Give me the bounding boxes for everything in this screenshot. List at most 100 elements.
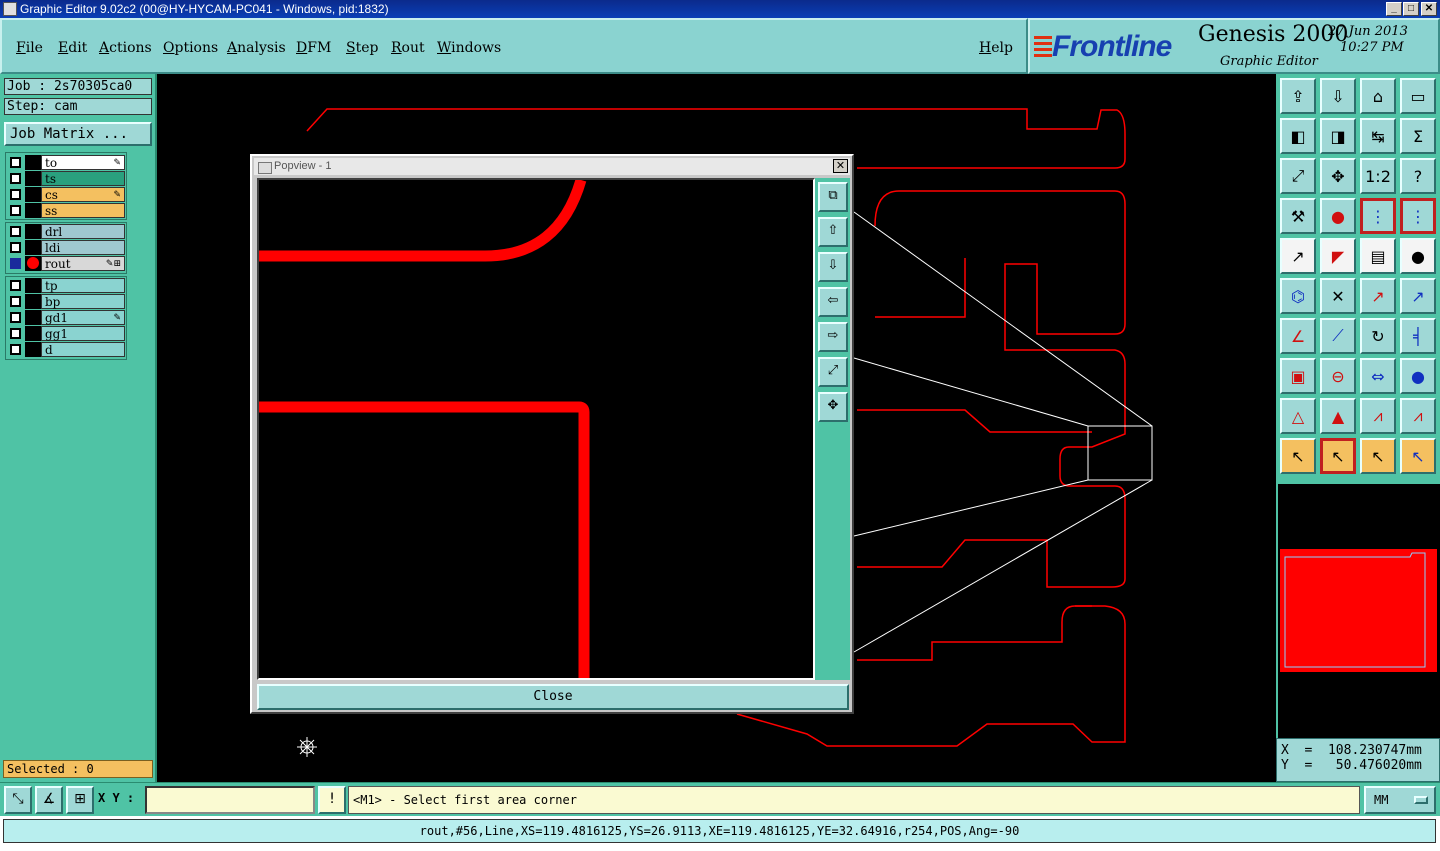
swap-button[interactable]: ↹	[1360, 118, 1396, 154]
layer-row-gd1[interactable]: gd1 ✎	[6, 310, 126, 325]
layer-row-bp[interactable]: bp	[6, 294, 126, 309]
layer-row-ldi[interactable]: ldi	[6, 240, 126, 255]
split-button[interactable]: ⊖	[1320, 358, 1356, 394]
net-highlight-button[interactable]: ⋮	[1400, 198, 1436, 234]
popview-zoom-window-icon[interactable]: ⧉	[818, 182, 848, 212]
pointer-net-button[interactable]: ↖	[1400, 438, 1436, 474]
popview-center-icon[interactable]: ✥	[818, 392, 848, 422]
menu-step[interactable]: Step	[346, 40, 378, 56]
probe-button[interactable]: ●	[1320, 198, 1356, 234]
maximize-button[interactable]: □	[1403, 2, 1419, 16]
layer-row-drl[interactable]: drl	[6, 224, 126, 239]
popview-pan-down-icon[interactable]: ⇩	[818, 252, 848, 282]
layer-name[interactable]: gg1	[41, 326, 125, 341]
layer-row-d[interactable]: d	[6, 342, 126, 357]
popview-title-bar[interactable]: Popview - 1	[254, 158, 850, 175]
triangle-up-button[interactable]: ▲	[1320, 398, 1356, 434]
text-button[interactable]: ╡	[1400, 318, 1436, 354]
layer-checkbox[interactable]	[10, 328, 21, 339]
layer-row-rout[interactable]: rout ✎⊞	[6, 256, 126, 271]
layer-checkbox[interactable]	[10, 242, 21, 253]
popview-close-button[interactable]: Close	[257, 684, 849, 710]
layer-row-ts[interactable]: ts	[6, 171, 126, 186]
layer-checkbox[interactable]	[10, 226, 21, 237]
menu-help[interactable]: Help	[979, 40, 1013, 56]
polygon-button[interactable]: ▣	[1280, 358, 1316, 394]
menu-dfm[interactable]: DFM	[296, 40, 331, 56]
units-dropdown[interactable]: MM	[1364, 786, 1436, 814]
layer-checkbox[interactable]	[10, 157, 21, 168]
pointer-button[interactable]: ↖	[1280, 438, 1316, 474]
center-button[interactable]: ✥	[1320, 158, 1356, 194]
layer-name[interactable]: ts	[41, 171, 125, 186]
delete-node-button[interactable]: ✕	[1320, 278, 1356, 314]
move-node-button[interactable]: ↗	[1360, 278, 1396, 314]
popview-close-x-button[interactable]: ✕	[833, 159, 848, 173]
pointer-area-button[interactable]: ↖	[1360, 438, 1396, 474]
node-button[interactable]: ↗	[1400, 278, 1436, 314]
popview-pan-right-icon[interactable]: ⇨	[818, 322, 848, 352]
layer-name[interactable]: ldi	[41, 240, 125, 255]
snap-button[interactable]: Ʃ	[1400, 118, 1436, 154]
add-pad-button[interactable]: ↗	[1280, 238, 1316, 274]
ruler-button[interactable]: ▤	[1360, 238, 1396, 274]
close-window-button[interactable]: ✕	[1421, 2, 1437, 16]
layer-checkbox[interactable]	[10, 296, 21, 307]
fit-button[interactable]: ⤢	[1280, 158, 1316, 194]
pan-left-button[interactable]: ◧	[1280, 118, 1316, 154]
pointer-select-button[interactable]: ↖	[1320, 438, 1356, 474]
menu-actions[interactable]: Actions	[99, 40, 152, 56]
ratio-1-2-button[interactable]: 1:2	[1360, 158, 1396, 194]
layer-name[interactable]: d	[41, 342, 125, 357]
layer-checkbox[interactable]	[10, 205, 21, 216]
layer-checkbox[interactable]	[10, 189, 21, 200]
menu-rout[interactable]: Rout	[391, 40, 425, 56]
layer-name[interactable]: rout ✎⊞	[41, 256, 125, 271]
contour-button[interactable]: ⩘	[1360, 398, 1396, 434]
step-up-button[interactable]: ⇪	[1280, 78, 1316, 114]
net-button[interactable]: ⋮	[1360, 198, 1396, 234]
layer-row-to[interactable]: to ✎	[6, 155, 126, 170]
measure-button[interactable]: ⚒	[1280, 198, 1316, 234]
layer-name[interactable]: to ✎	[41, 155, 125, 170]
alert-icon[interactable]: !	[318, 786, 346, 814]
minimize-button[interactable]: _	[1386, 2, 1402, 16]
line-draw-button[interactable]: ⟋	[1320, 318, 1356, 354]
help-button[interactable]: ?	[1400, 158, 1436, 194]
window-button[interactable]: ▭	[1400, 78, 1436, 114]
contour-alt-button[interactable]: ⩘	[1400, 398, 1436, 434]
menu-edit[interactable]: Edit	[58, 40, 87, 56]
pan-right-button[interactable]: ◨	[1320, 118, 1356, 154]
layer-row-ss[interactable]: ss	[6, 203, 126, 218]
layer-name[interactable]: drl	[41, 224, 125, 239]
dimension-button[interactable]: ⇔	[1360, 358, 1396, 394]
layer-checkbox[interactable]	[10, 344, 21, 355]
home-button[interactable]: ⌂	[1360, 78, 1396, 114]
add-line-button[interactable]: ◤	[1320, 238, 1356, 274]
triangle-button[interactable]: △	[1280, 398, 1316, 434]
popview-fit-icon[interactable]: ⤢	[818, 357, 848, 387]
popview-pan-up-icon[interactable]: ⇧	[818, 217, 848, 247]
layer-name[interactable]: tp	[41, 278, 125, 293]
arc-angle-button[interactable]: ∠	[1280, 318, 1316, 354]
arc-button[interactable]: ↻	[1360, 318, 1396, 354]
job-matrix-button[interactable]: Job Matrix ...	[4, 122, 152, 146]
popview-pan-left-icon[interactable]: ⇦	[818, 287, 848, 317]
layer-name[interactable]: ss	[41, 203, 125, 218]
popview-canvas[interactable]	[257, 178, 815, 680]
layer-row-cs[interactable]: cs ✎	[6, 187, 126, 202]
connect-button[interactable]: ⌬	[1280, 278, 1316, 314]
angle-snap-icon[interactable]: ∡	[35, 786, 63, 814]
pad-button[interactable]: ●	[1400, 238, 1436, 274]
layer-name[interactable]: cs ✎	[41, 187, 125, 202]
step-down-button[interactable]: ⇩	[1320, 78, 1356, 114]
layer-name[interactable]: gd1 ✎	[41, 310, 125, 325]
circle-button[interactable]: ●	[1400, 358, 1436, 394]
menu-analysis[interactable]: Analysis	[227, 40, 286, 56]
grid-snap-icon[interactable]: ⊞	[66, 786, 94, 814]
layer-checkbox[interactable]	[10, 312, 21, 323]
layer-row-gg1[interactable]: gg1	[6, 326, 126, 341]
menu-windows[interactable]: Windows	[437, 40, 501, 56]
menu-file[interactable]: File	[16, 40, 43, 56]
layer-row-tp[interactable]: tp	[6, 278, 126, 293]
